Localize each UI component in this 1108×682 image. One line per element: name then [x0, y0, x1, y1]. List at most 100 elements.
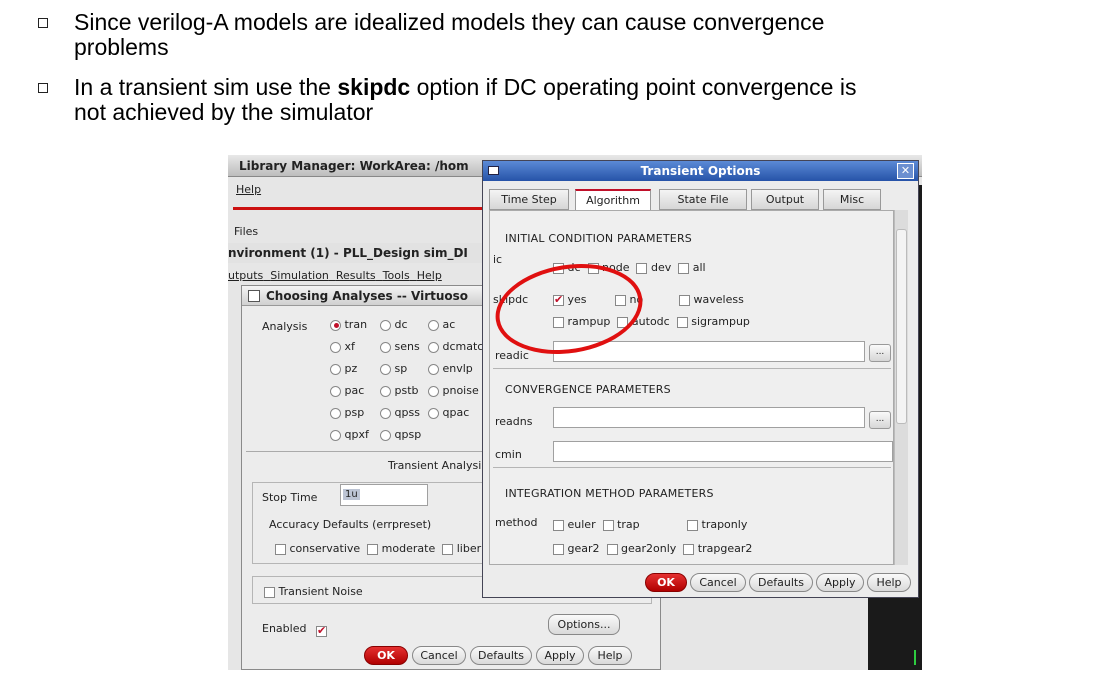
method-row-1: euler trap [553, 518, 640, 531]
radio-dc[interactable] [380, 319, 391, 331]
radio-label-pac: pac [341, 384, 365, 397]
analysis-qpss[interactable]: qpss [380, 406, 420, 419]
tab-algorithm[interactable]: Algorithm [575, 189, 651, 210]
analysis-pnoise[interactable]: pnoise [428, 384, 479, 397]
moderate-checkbox[interactable] [367, 543, 379, 555]
radio-qpxf[interactable] [330, 429, 341, 441]
readic-browse-button[interactable]: ... [869, 344, 891, 362]
conservative-checkbox[interactable] [275, 543, 286, 555]
radio-pac[interactable] [330, 385, 341, 397]
readns-label: readns [495, 415, 533, 428]
menu-simulation[interactable]: Simulation [270, 269, 329, 282]
transient-noise-checkbox[interactable] [264, 586, 275, 598]
radio-label-qpsp: qpsp [391, 428, 422, 441]
radio-ac[interactable] [428, 319, 439, 331]
radio-qpss[interactable] [380, 407, 391, 419]
radio-pstb[interactable] [380, 385, 391, 397]
radio-pnoise[interactable] [428, 385, 439, 397]
method-trap-checkbox[interactable] [602, 519, 614, 531]
ic-all-checkbox[interactable] [678, 262, 690, 274]
analysis-sens[interactable]: sens [380, 340, 420, 353]
readns-browse-button[interactable]: ... [869, 411, 891, 429]
window-menu-icon[interactable] [488, 166, 499, 175]
screenshot: Library Manager: WorkArea: /hom Help Fil… [228, 155, 922, 670]
ic-dev-checkbox[interactable] [636, 262, 648, 274]
analysis-dcmatc[interactable]: dcmatc [428, 340, 483, 353]
separator [493, 467, 891, 468]
tab-misc[interactable]: Misc [823, 189, 881, 210]
apply-button[interactable]: Apply [816, 573, 864, 592]
transient-options-dialog: Transient Options ✕ Time Step Algorithm … [482, 160, 919, 598]
analysis-envlp[interactable]: envlp [428, 362, 473, 375]
analysis-tran[interactable]: tran [330, 318, 367, 331]
method-traponly-row: traponly [687, 518, 747, 531]
readns-input[interactable] [553, 407, 865, 428]
cmin-input[interactable] [553, 441, 893, 462]
bullet-2-line-2: not achieved by the simulator [74, 99, 374, 125]
schematic-wire [914, 650, 916, 665]
method-euler-label: euler [567, 518, 596, 531]
radio-pz[interactable] [330, 363, 341, 375]
transient-header: Transient Analysi [388, 459, 482, 472]
skipdc-sigrampup-checkbox[interactable] [676, 316, 688, 328]
tab-state-file[interactable]: State File [659, 189, 747, 210]
method-traponly-checkbox[interactable] [687, 519, 698, 531]
radio-label-pstb: pstb [391, 384, 419, 397]
radio-psp[interactable] [330, 407, 341, 419]
tab-output[interactable]: Output [751, 189, 819, 210]
radio-envlp[interactable] [428, 363, 439, 375]
menu-outputs[interactable]: utputs [228, 269, 263, 282]
bullet-square-icon [38, 83, 48, 93]
analysis-qpsp[interactable]: qpsp [380, 428, 421, 441]
method-trapgear2-label: trapgear2 [697, 542, 753, 555]
defaults-button[interactable]: Defaults [470, 646, 532, 665]
ic-dev-label: dev [650, 261, 672, 274]
window-icon [248, 290, 260, 302]
help-button[interactable]: Help [867, 573, 911, 592]
analysis-qpac[interactable]: qpac [428, 406, 469, 419]
apply-button[interactable]: Apply [536, 646, 584, 665]
moderate-label: moderate [381, 542, 436, 555]
options-button[interactable]: Options... [548, 614, 620, 635]
close-icon[interactable]: ✕ [897, 163, 914, 179]
menu-help[interactable]: Help [236, 183, 261, 196]
menu-tools[interactable]: Tools [383, 269, 410, 282]
analysis-pac[interactable]: pac [330, 384, 364, 397]
liberal-checkbox[interactable] [442, 543, 454, 555]
method-gear2only-checkbox[interactable] [606, 543, 618, 555]
analysis-ac[interactable]: ac [428, 318, 455, 331]
ok-button[interactable]: OK [645, 573, 687, 592]
defaults-button[interactable]: Defaults [749, 573, 813, 592]
menu-results[interactable]: Results [336, 269, 376, 282]
help-button[interactable]: Help [588, 646, 632, 665]
analysis-psp[interactable]: psp [330, 406, 364, 419]
analysis-pstb[interactable]: pstb [380, 384, 419, 397]
cancel-button[interactable]: Cancel [690, 573, 746, 592]
menu-help-2[interactable]: Help [417, 269, 442, 282]
ok-button[interactable]: OK [364, 646, 408, 665]
radio-sens[interactable] [380, 341, 391, 353]
stop-time-input[interactable]: 1u [340, 484, 428, 506]
radio-qpsp[interactable] [380, 429, 391, 441]
analysis-sp[interactable]: sp [380, 362, 407, 375]
method-gear2-checkbox[interactable] [553, 543, 564, 555]
radio-label-qpac: qpac [439, 406, 470, 419]
analysis-xf[interactable]: xf [330, 340, 355, 353]
radio-sp[interactable] [380, 363, 391, 375]
radio-xf[interactable] [330, 341, 341, 353]
analysis-qpxf[interactable]: qpxf [330, 428, 369, 441]
analysis-dc[interactable]: dc [380, 318, 408, 331]
analysis-pz[interactable]: pz [330, 362, 357, 375]
method-euler-checkbox[interactable] [553, 519, 564, 531]
enabled-checkbox[interactable] [316, 624, 327, 637]
scrollbar-thumb[interactable] [896, 229, 907, 424]
tab-time-step[interactable]: Time Step [489, 189, 569, 210]
method-trap-label: trap [617, 518, 640, 531]
cancel-button[interactable]: Cancel [412, 646, 466, 665]
radio-dcmatc[interactable] [428, 341, 439, 353]
radio-qpac[interactable] [428, 407, 439, 419]
radio-tran[interactable] [330, 319, 341, 331]
method-trapgear2-checkbox[interactable] [683, 543, 695, 555]
skipdc-waveless-checkbox[interactable] [679, 294, 690, 306]
readic-label: readic [495, 349, 529, 362]
